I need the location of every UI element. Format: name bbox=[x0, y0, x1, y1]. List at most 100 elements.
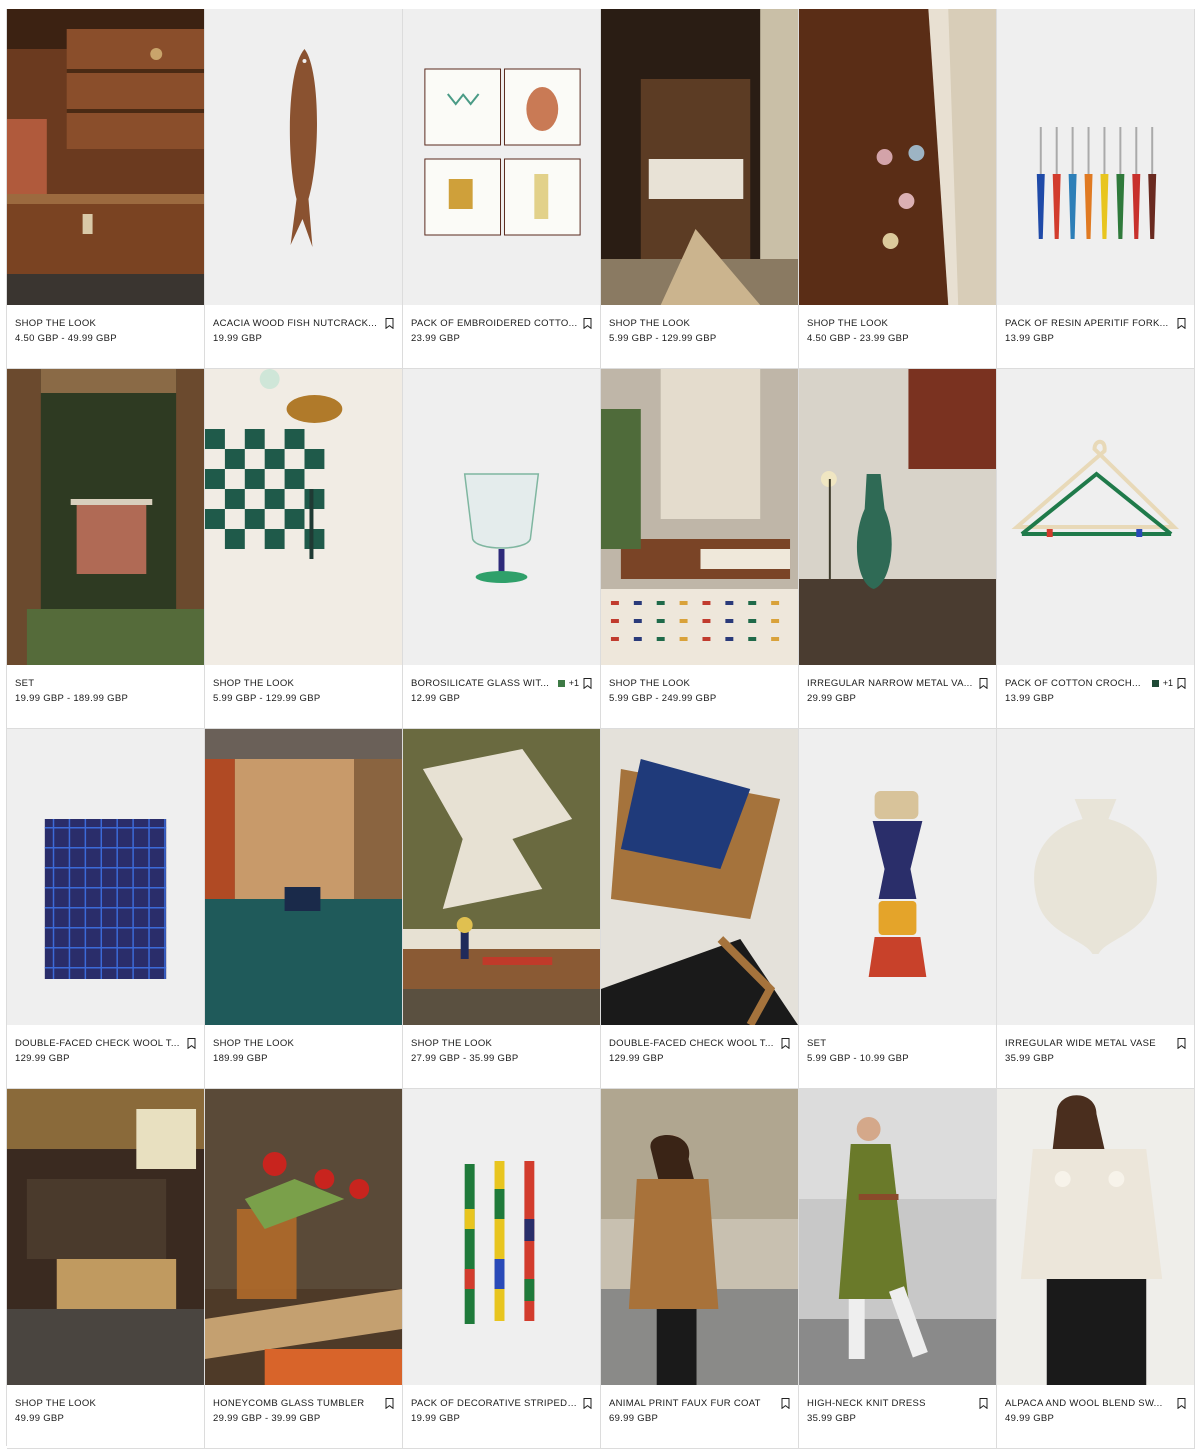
product-title[interactable]: SHOP THE LOOK bbox=[411, 1038, 592, 1049]
bookmark-icon[interactable] bbox=[1177, 317, 1186, 329]
chair-with-throw-image[interactable] bbox=[601, 729, 798, 1025]
product-title[interactable]: PACK OF RESIN APERITIF FORK... bbox=[1005, 318, 1173, 329]
crochet-hangers-image[interactable] bbox=[997, 369, 1194, 665]
product-title[interactable]: IRREGULAR NARROW METAL VA... bbox=[807, 678, 975, 689]
product-card[interactable]: ACACIA WOOD FISH NUTCRACK... 19.99 GBP bbox=[205, 9, 403, 369]
white-vase-image[interactable] bbox=[997, 729, 1194, 1025]
product-title[interactable]: ACACIA WOOD FISH NUTCRACK... bbox=[213, 318, 381, 329]
product-info: BOROSILICATE GLASS WIT... +1 12.99 GBP bbox=[411, 675, 592, 715]
more-colors-count[interactable]: +1 bbox=[1163, 678, 1173, 688]
bed-alcove-image[interactable] bbox=[205, 729, 402, 1025]
living-room-art-image[interactable] bbox=[403, 729, 600, 1025]
green-vase-image[interactable] bbox=[799, 369, 996, 665]
color-swatch[interactable] bbox=[1151, 679, 1159, 687]
product-card[interactable]: SHOP THE LOOK 4.50 GBP - 23.99 GBP bbox=[799, 9, 997, 369]
product-title-row: SHOP THE LOOK bbox=[213, 1035, 394, 1051]
product-info: ACACIA WOOD FISH NUTCRACK... 19.99 GBP bbox=[213, 315, 394, 355]
product-card[interactable]: IRREGULAR NARROW METAL VA... 29.99 GBP bbox=[799, 369, 997, 729]
veranda-table-image[interactable] bbox=[7, 369, 204, 665]
flowers-in-tumbler-image[interactable] bbox=[205, 1089, 402, 1385]
product-title[interactable]: SHOP THE LOOK bbox=[213, 678, 394, 689]
product-card[interactable]: SHOP THE LOOK 5.99 GBP - 129.99 GBP bbox=[601, 9, 799, 369]
product-card[interactable]: SHOP THE LOOK 4.50 GBP - 49.99 GBP bbox=[7, 9, 205, 369]
product-card[interactable]: HIGH-NECK KNIT DRESS 35.99 GBP bbox=[799, 1089, 997, 1449]
product-title[interactable]: SHOP THE LOOK bbox=[15, 1398, 196, 1409]
product-card[interactable]: HONEYCOMB GLASS TUMBLER 29.99 GBP - 39.9… bbox=[205, 1089, 403, 1449]
stacked-candle-holders-image[interactable] bbox=[799, 729, 996, 1025]
striped-candles-image[interactable] bbox=[403, 1089, 600, 1385]
product-card[interactable]: SET 19.99 GBP - 189.99 GBP bbox=[7, 369, 205, 729]
product-card[interactable]: PACK OF RESIN APERITIF FORK... 13.99 GBP bbox=[997, 9, 1195, 369]
bookmark-icon[interactable] bbox=[979, 677, 988, 689]
bookmark-icon[interactable] bbox=[385, 317, 394, 329]
product-info: HONEYCOMB GLASS TUMBLER 29.99 GBP - 39.9… bbox=[213, 1395, 394, 1435]
product-title[interactable]: SET bbox=[807, 1038, 988, 1049]
doorway-dining-room-image[interactable] bbox=[601, 9, 798, 305]
product-title[interactable]: ANIMAL PRINT FAUX FUR COAT bbox=[609, 1398, 777, 1409]
bedroom-rug-image[interactable] bbox=[601, 369, 798, 665]
bookmark-icon[interactable] bbox=[583, 317, 592, 329]
bookmark-icon[interactable] bbox=[583, 1397, 592, 1409]
product-title[interactable]: SHOP THE LOOK bbox=[213, 1038, 394, 1049]
check-wool-throw-image[interactable] bbox=[7, 729, 204, 1025]
product-card[interactable]: DOUBLE-FACED CHECK WOOL T... 129.99 GBP bbox=[7, 729, 205, 1089]
knit-dress-model-image[interactable] bbox=[799, 1089, 996, 1385]
product-card[interactable]: ALPACA AND WOOL BLEND SW... 49.99 GBP bbox=[997, 1089, 1195, 1449]
more-colors-count[interactable]: +1 bbox=[569, 678, 579, 688]
product-title[interactable]: SHOP THE LOOK bbox=[609, 318, 790, 329]
bookmark-icon[interactable] bbox=[1177, 1037, 1186, 1049]
product-card[interactable]: SHOP THE LOOK 27.99 GBP - 35.99 GBP bbox=[403, 729, 601, 1089]
product-card[interactable]: PACK OF DECORATIVE STRIPED ... 19.99 GBP bbox=[403, 1089, 601, 1449]
bookmark-icon[interactable] bbox=[979, 1397, 988, 1409]
lounge-sofa-image[interactable] bbox=[7, 1089, 204, 1385]
product-title[interactable]: ALPACA AND WOOL BLEND SW... bbox=[1005, 1398, 1173, 1409]
aperitif-forks-image[interactable] bbox=[997, 9, 1194, 305]
bookmark-icon[interactable] bbox=[781, 1037, 790, 1049]
product-card[interactable]: BOROSILICATE GLASS WIT... +1 12.99 GBP bbox=[403, 369, 601, 729]
product-title[interactable]: SHOP THE LOOK bbox=[609, 678, 790, 689]
product-card[interactable]: PACK OF COTTON CROCH... +1 13.99 GBP bbox=[997, 369, 1195, 729]
product-title-row: HONEYCOMB GLASS TUMBLER bbox=[213, 1395, 394, 1411]
product-title[interactable]: SET bbox=[15, 678, 196, 689]
product-card[interactable]: DOUBLE-FACED CHECK WOOL T... 129.99 GBP bbox=[601, 729, 799, 1089]
bookmark-icon[interactable] bbox=[1177, 677, 1186, 689]
product-title[interactable]: SHOP THE LOOK bbox=[807, 318, 988, 329]
product-title[interactable]: IRREGULAR WIDE METAL VASE bbox=[1005, 1038, 1173, 1049]
product-title[interactable]: HONEYCOMB GLASS TUMBLER bbox=[213, 1398, 381, 1409]
product-title[interactable]: DOUBLE-FACED CHECK WOOL T... bbox=[15, 1038, 183, 1049]
product-card[interactable]: SHOP THE LOOK 49.99 GBP bbox=[7, 1089, 205, 1449]
glasses-on-wood-table-image[interactable] bbox=[799, 9, 996, 305]
wine-glass-image[interactable] bbox=[403, 369, 600, 665]
product-title[interactable]: HIGH-NECK KNIT DRESS bbox=[807, 1398, 975, 1409]
product-title[interactable]: PACK OF EMBROIDERED COTTO... bbox=[411, 318, 579, 329]
bookmark-icon[interactable] bbox=[187, 1037, 196, 1049]
product-card[interactable]: SHOP THE LOOK 5.99 GBP - 249.99 GBP bbox=[601, 369, 799, 729]
product-title-row: IRREGULAR WIDE METAL VASE bbox=[1005, 1035, 1186, 1051]
bookmark-icon[interactable] bbox=[781, 1397, 790, 1409]
product-price: 27.99 GBP - 35.99 GBP bbox=[411, 1053, 519, 1064]
bookmark-icon[interactable] bbox=[385, 1397, 394, 1409]
product-title[interactable]: SHOP THE LOOK bbox=[15, 318, 196, 329]
product-price: 4.50 GBP - 49.99 GBP bbox=[15, 333, 117, 344]
product-price: 5.99 GBP - 129.99 GBP bbox=[213, 693, 321, 704]
checkered-tablecloth-image[interactable] bbox=[205, 369, 402, 665]
wooden-fish-nutcracker-image[interactable] bbox=[205, 9, 402, 305]
product-title[interactable]: PACK OF DECORATIVE STRIPED ... bbox=[411, 1398, 579, 1409]
faux-fur-coat-model-image[interactable] bbox=[601, 1089, 798, 1385]
product-title[interactable]: PACK OF COTTON CROCH... bbox=[1005, 678, 1148, 689]
embroidered-napkins-image[interactable] bbox=[403, 9, 600, 305]
product-card[interactable]: SHOP THE LOOK 5.99 GBP - 129.99 GBP bbox=[205, 369, 403, 729]
wooden-kitchen-interior-image[interactable] bbox=[7, 9, 204, 305]
product-card[interactable]: ANIMAL PRINT FAUX FUR COAT 69.99 GBP bbox=[601, 1089, 799, 1449]
bookmark-icon[interactable] bbox=[1177, 1397, 1186, 1409]
product-card[interactable]: SHOP THE LOOK 189.99 GBP bbox=[205, 729, 403, 1089]
bookmark-icon[interactable] bbox=[583, 677, 592, 689]
product-card[interactable]: SET 5.99 GBP - 10.99 GBP bbox=[799, 729, 997, 1089]
product-title[interactable]: DOUBLE-FACED CHECK WOOL T... bbox=[609, 1038, 777, 1049]
product-card[interactable]: IRREGULAR WIDE METAL VASE 35.99 GBP bbox=[997, 729, 1195, 1089]
product-title-row: DOUBLE-FACED CHECK WOOL T... bbox=[609, 1035, 790, 1051]
alpaca-sweater-model-image[interactable] bbox=[997, 1089, 1194, 1385]
product-title[interactable]: BOROSILICATE GLASS WIT... bbox=[411, 678, 554, 689]
product-card[interactable]: PACK OF EMBROIDERED COTTO... 23.99 GBP bbox=[403, 9, 601, 369]
color-swatch[interactable] bbox=[557, 679, 565, 687]
